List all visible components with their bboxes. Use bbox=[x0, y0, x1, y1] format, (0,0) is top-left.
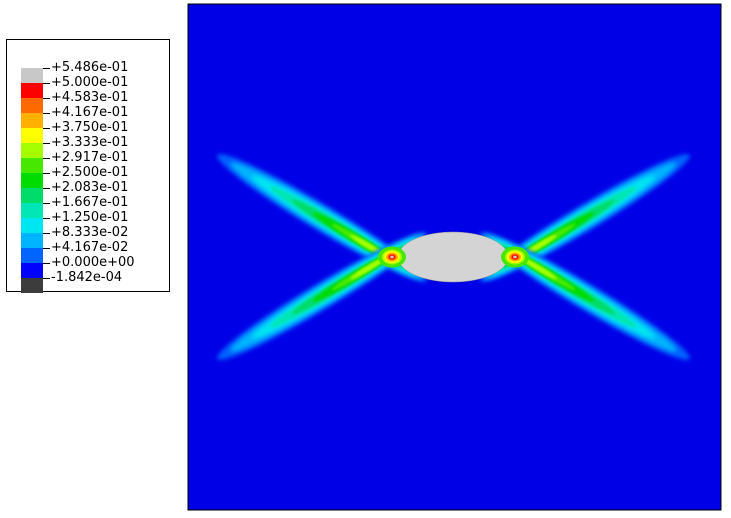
stress-hotspot bbox=[390, 255, 394, 259]
stress-hotspot bbox=[513, 255, 517, 259]
contour-plot bbox=[187, 3, 722, 511]
elliptical-hole bbox=[397, 231, 509, 283]
